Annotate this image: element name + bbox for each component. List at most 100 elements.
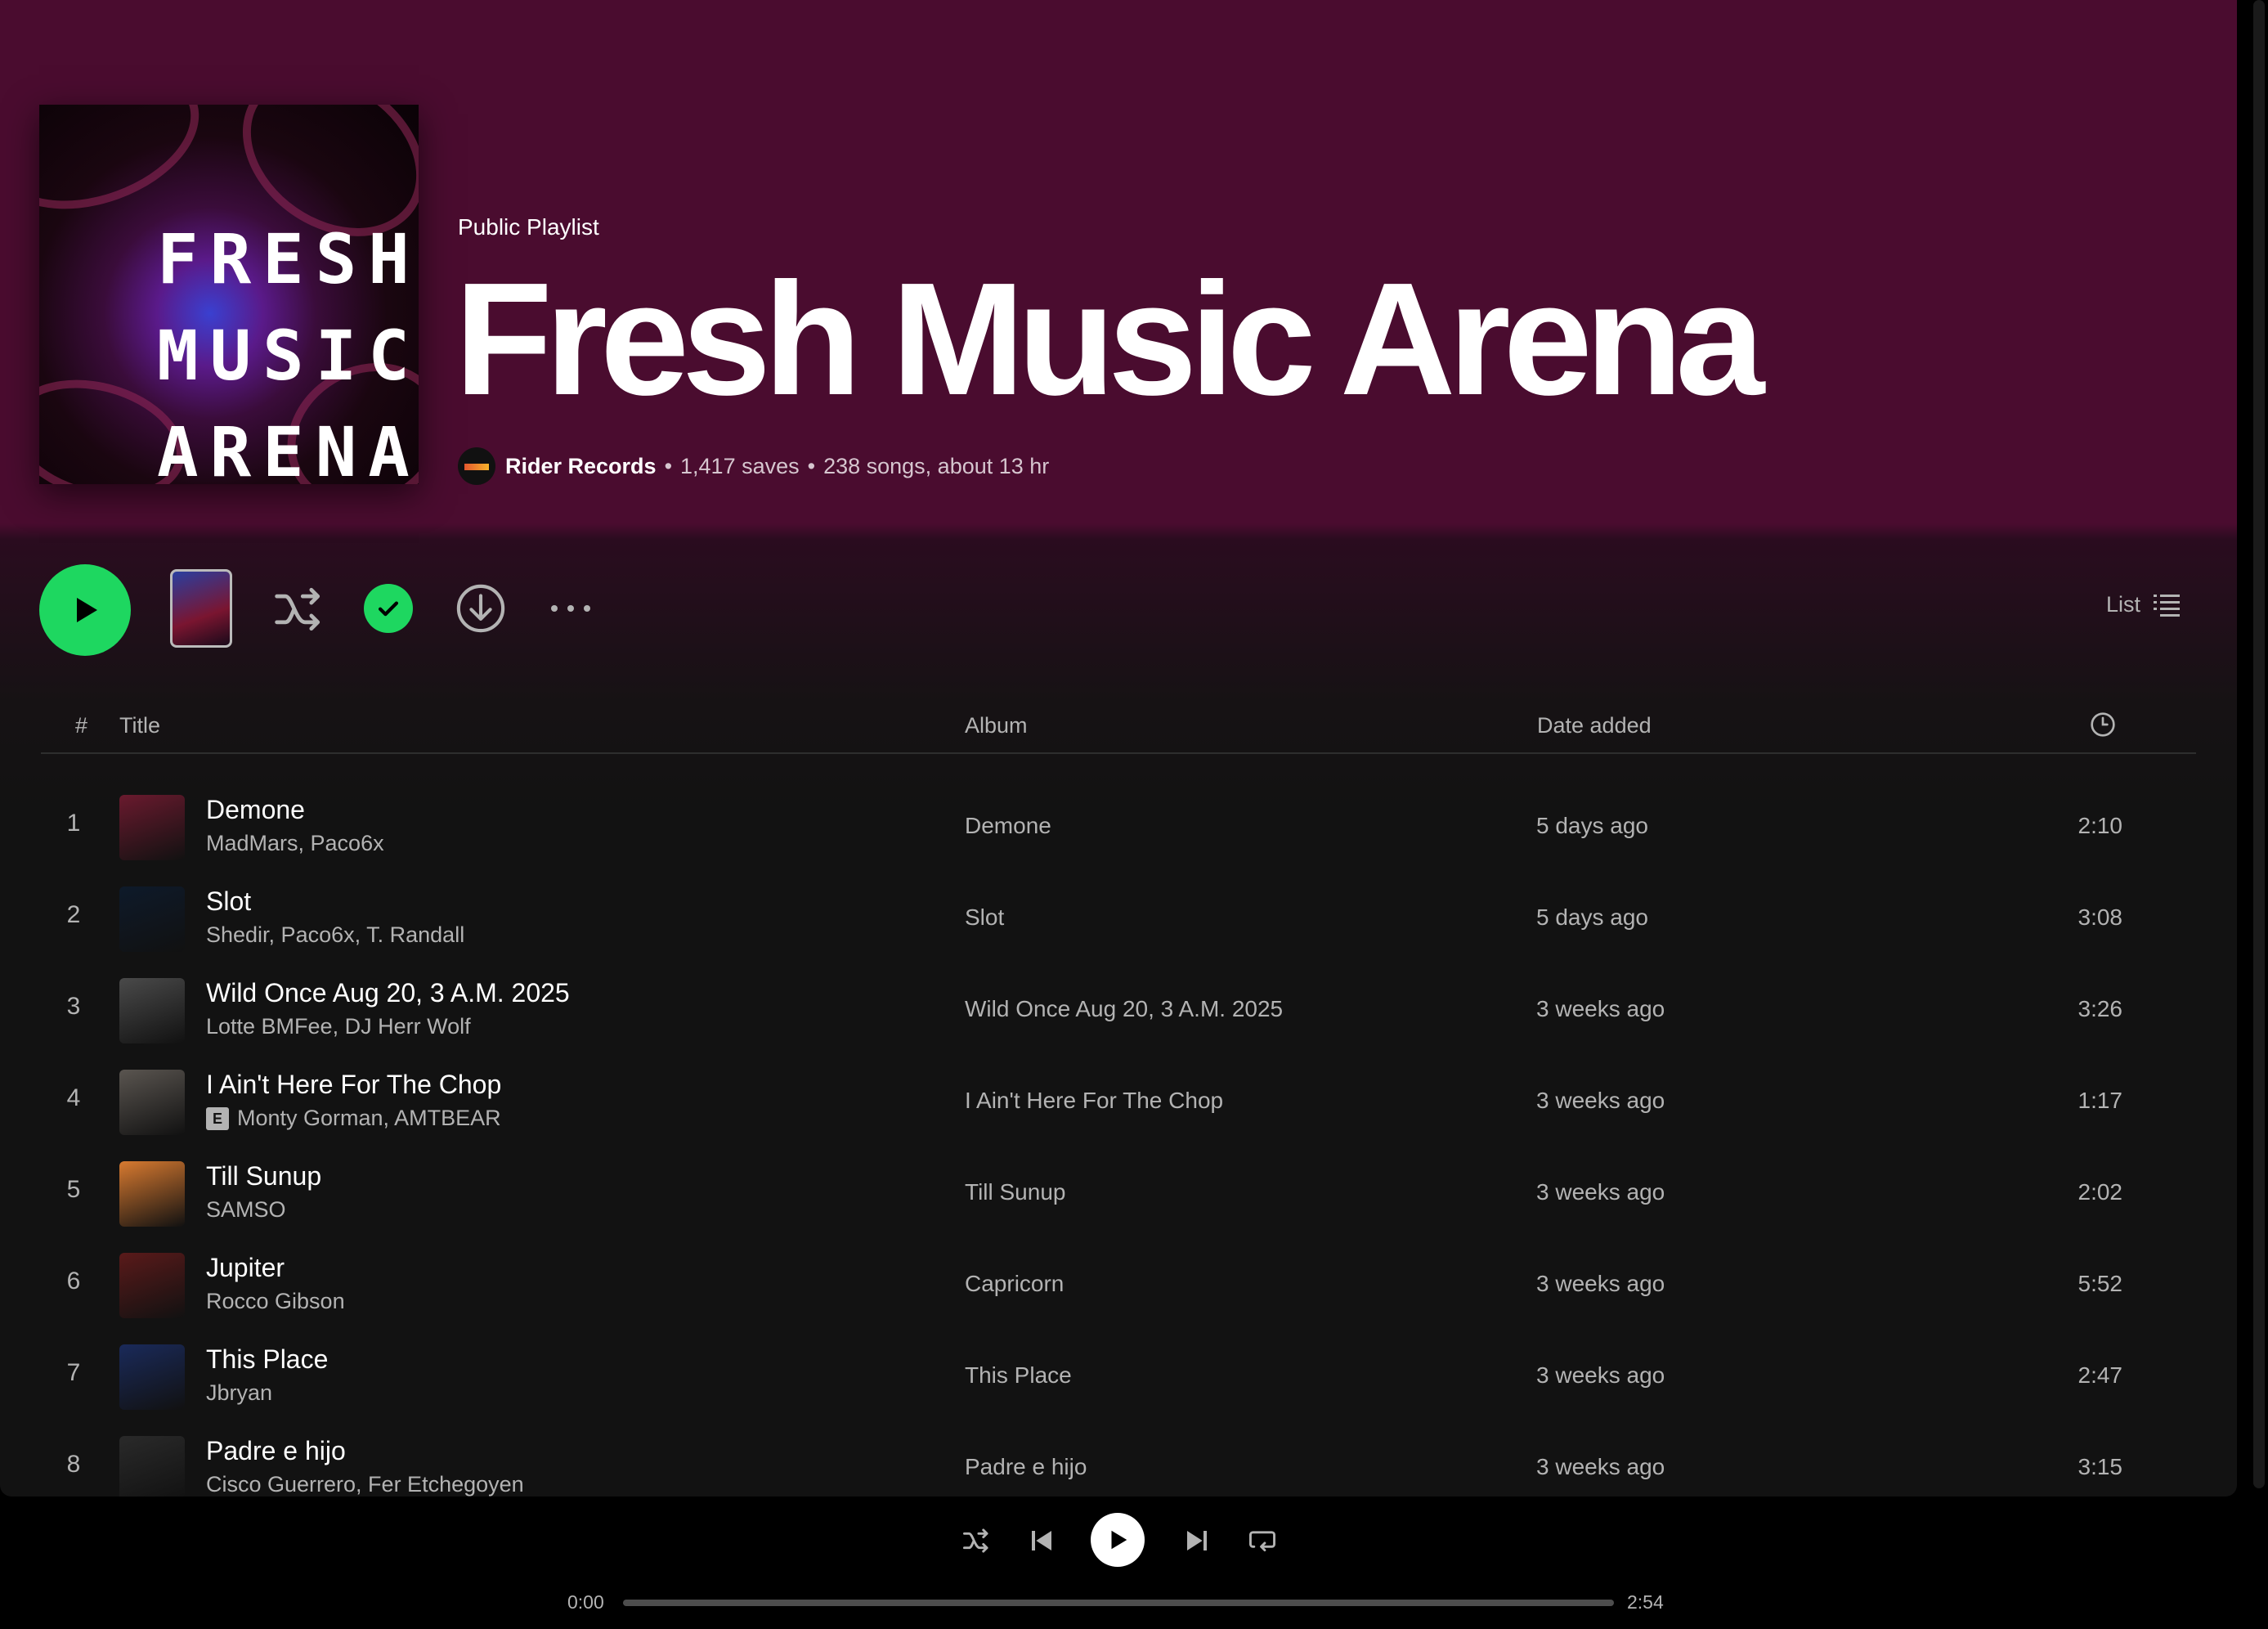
- repeat-button[interactable]: [1243, 1521, 1282, 1560]
- progress-bar[interactable]: [623, 1600, 1614, 1606]
- download-icon: [456, 584, 505, 633]
- track-number: 5: [66, 1176, 81, 1203]
- track-date-added: 3 weeks ago: [1536, 996, 1665, 1021]
- current-time: 0:00: [567, 1591, 604, 1613]
- track-album[interactable]: Till Sunup: [965, 1179, 1065, 1205]
- track-artists[interactable]: SAMSO: [206, 1197, 286, 1223]
- next-icon: [1187, 1531, 1207, 1550]
- track-number: 6: [66, 1268, 81, 1295]
- view-mode-toggle[interactable]: List: [2106, 592, 2181, 617]
- track-number: 3: [66, 993, 81, 1020]
- playlist-meta: Rider Records • 1,417 saves • 238 songs,…: [458, 445, 1049, 487]
- track-artists[interactable]: Jbryan: [206, 1380, 272, 1406]
- player-play-button[interactable]: [1091, 1513, 1145, 1567]
- track-thumbnail: [119, 886, 185, 952]
- track-artists-text[interactable]: SAMSO: [206, 1197, 286, 1223]
- playlist-stats: 238 songs, about 13 hr: [823, 453, 1050, 478]
- column-title[interactable]: Title: [119, 713, 160, 738]
- track-artists-text[interactable]: Monty Gorman, AMTBEAR: [237, 1106, 501, 1131]
- track-title[interactable]: Till Sunup: [206, 1161, 321, 1191]
- clock-icon: [2091, 712, 2115, 737]
- track-title[interactable]: Demone: [206, 795, 305, 825]
- repeat-icon: [1249, 1531, 1275, 1552]
- track-artists[interactable]: E Monty Gorman, AMTBEAR: [206, 1106, 501, 1131]
- track-title[interactable]: Slot: [206, 886, 251, 917]
- track-artists-text[interactable]: Jbryan: [206, 1380, 272, 1406]
- track-duration: 2:10: [2078, 813, 2123, 838]
- track-artists[interactable]: Cisco Guerrero, Fer Etchegoyen: [206, 1472, 524, 1497]
- track-number: 4: [66, 1084, 81, 1111]
- saved-to-library-button[interactable]: [364, 584, 413, 633]
- track-row[interactable]: 3 Wild Once Aug 20, 3 A.M. 2025 Lotte BM…: [41, 960, 2196, 1052]
- playlist-cover-image[interactable]: FRESH MUSIC ARENA: [39, 105, 419, 484]
- track-duration: 2:47: [2078, 1362, 2123, 1388]
- track-duration: 3:15: [2078, 1454, 2123, 1479]
- track-artists[interactable]: Lotte BMFee, DJ Herr Wolf: [206, 1014, 471, 1039]
- next-button[interactable]: [1177, 1521, 1217, 1560]
- track-row[interactable]: 2 Slot Shedir, Paco6x, T. Randall Slot 5…: [41, 868, 2196, 960]
- track-thumbnail: [119, 1070, 185, 1135]
- column-album[interactable]: Album: [965, 713, 1028, 738]
- track-title[interactable]: I Ain't Here For The Chop: [206, 1070, 501, 1100]
- track-album[interactable]: Demone: [965, 813, 1051, 839]
- track-title[interactable]: Wild Once Aug 20, 3 A.M. 2025: [206, 978, 570, 1008]
- track-title[interactable]: This Place: [206, 1344, 328, 1375]
- track-album[interactable]: Slot: [965, 904, 1004, 931]
- track-row[interactable]: 5 Till Sunup SAMSO Till Sunup 3 weeks ag…: [41, 1143, 2196, 1235]
- cover-line-1: FRESH: [157, 219, 419, 299]
- column-duration[interactable]: [2090, 711, 2116, 743]
- shuffle-button[interactable]: [270, 582, 327, 636]
- track-duration: 3:26: [2078, 996, 2123, 1021]
- total-time: 2:54: [1627, 1591, 1664, 1613]
- track-date-added: 3 weeks ago: [1536, 1362, 1665, 1388]
- track-thumbnail: [119, 978, 185, 1043]
- explicit-badge: E: [206, 1106, 229, 1130]
- track-artists-text[interactable]: MadMars, Paco6x: [206, 831, 384, 856]
- track-album[interactable]: Wild Once Aug 20, 3 A.M. 2025: [965, 996, 1283, 1022]
- track-artists[interactable]: Rocco Gibson: [206, 1289, 345, 1314]
- play-button[interactable]: [39, 564, 131, 656]
- track-artists-text[interactable]: Rocco Gibson: [206, 1289, 345, 1314]
- track-row[interactable]: 1 Demone MadMars, Paco6x Demone 5 days a…: [41, 777, 2196, 868]
- track-duration: 5:52: [2078, 1271, 2123, 1296]
- owner-avatar[interactable]: [458, 447, 495, 485]
- track-artists-text[interactable]: Lotte BMFee, DJ Herr Wolf: [206, 1014, 471, 1039]
- preview-cover-button[interactable]: [170, 569, 232, 648]
- previous-button[interactable]: [1022, 1521, 1061, 1560]
- meta-separator: •: [807, 453, 816, 478]
- shuffle-icon: [963, 1528, 988, 1553]
- track-artists[interactable]: MadMars, Paco6x: [206, 831, 384, 856]
- track-row[interactable]: 4 I Ain't Here For The Chop E Monty Gorm…: [41, 1052, 2196, 1143]
- track-date-added: 5 days ago: [1536, 904, 1648, 930]
- track-artists-text[interactable]: Shedir, Paco6x, T. Randall: [206, 922, 464, 948]
- download-button[interactable]: [455, 582, 507, 635]
- track-album[interactable]: Padre e hijo: [965, 1454, 1087, 1480]
- shuffle-toggle-button[interactable]: [957, 1521, 996, 1560]
- track-date-added: 5 days ago: [1536, 813, 1648, 838]
- playlist-title[interactable]: Fresh Music Arena: [455, 245, 1764, 433]
- track-thumbnail: [119, 1253, 185, 1318]
- track-album[interactable]: Capricorn: [965, 1271, 1064, 1297]
- scrollbar-thumb[interactable]: [2253, 0, 2265, 1488]
- check-icon: [378, 601, 399, 617]
- track-artists-text[interactable]: Cisco Guerrero, Fer Etchegoyen: [206, 1472, 524, 1497]
- track-title[interactable]: Padre e hijo: [206, 1436, 346, 1466]
- column-number: #: [75, 713, 88, 738]
- cover-title: FRESH MUSIC ARENA: [157, 211, 419, 484]
- view-mode-label: List: [2106, 592, 2141, 617]
- track-date-added: 3 weeks ago: [1536, 1271, 1665, 1296]
- track-number: 2: [66, 901, 81, 928]
- track-title[interactable]: Jupiter: [206, 1253, 285, 1283]
- previous-icon: [1032, 1531, 1051, 1550]
- track-artists[interactable]: Shedir, Paco6x, T. Randall: [206, 922, 464, 948]
- more-options-button[interactable]: [545, 592, 597, 625]
- owner-link[interactable]: Rider Records: [505, 454, 657, 479]
- column-date-added[interactable]: Date added: [1537, 713, 1652, 738]
- track-thumbnail: [119, 1161, 185, 1227]
- track-row[interactable]: 6 Jupiter Rocco Gibson Capricorn 3 weeks…: [41, 1235, 2196, 1326]
- track-thumbnail: [119, 795, 185, 860]
- track-album[interactable]: I Ain't Here For The Chop: [965, 1088, 1223, 1114]
- track-row[interactable]: 8 Padre e hijo Cisco Guerrero, Fer Etche…: [41, 1418, 2196, 1497]
- track-album[interactable]: This Place: [965, 1362, 1072, 1389]
- track-row[interactable]: 7 This Place Jbryan This Place 3 weeks a…: [41, 1326, 2196, 1418]
